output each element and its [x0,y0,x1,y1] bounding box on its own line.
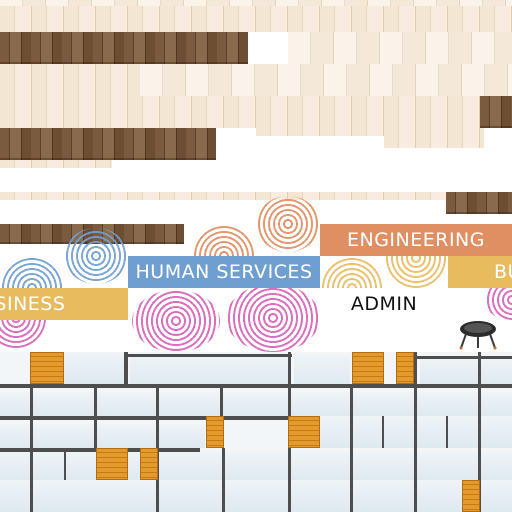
glass-frame-mullion [222,448,225,512]
wood-plank-dark [0,128,216,160]
wood-plank [384,128,484,148]
grill-icon [459,321,497,350]
orange-shelf [396,352,414,384]
swirl-decoration [256,196,320,252]
sign-business-partial: USINESS [0,288,128,320]
wood-plank-dark [0,32,248,64]
swirl-decoration [132,290,220,352]
orange-shelf [206,416,224,448]
glass-frame-mullion [30,388,33,512]
wood-plank-dark [446,192,512,214]
glass-frame-mullion [124,352,128,384]
wood-plank [0,192,446,200]
glass-frame-rail [0,416,320,420]
sign-engineering: ENGINEERING [320,224,512,256]
swirl-decoration [226,284,320,352]
wood-plank-band [0,0,512,244]
orange-shelf [462,480,480,512]
orange-shelf [96,448,128,480]
wood-plank [256,128,384,136]
glass-pane [0,480,512,512]
glass-frame-rail [416,356,512,359]
glass-pane [0,392,512,416]
glass-frame-rail [0,384,512,388]
glass-office-band [0,352,512,512]
orange-shelf [352,352,384,384]
sign-admin: ADMIN [320,288,448,320]
glass-pane [0,452,512,480]
orange-shelf [140,448,158,480]
glass-frame-mullion [64,448,66,480]
wood-plank [0,96,480,128]
glass-frame-mullion [382,416,384,448]
wood-plank [140,64,512,96]
sign-business-partial: BU [448,256,512,288]
wood-plank [0,6,512,32]
glass-frame-mullion [220,388,223,416]
glass-frame-rail [126,354,292,357]
texture-atlas: ENGINEERING HUMAN SERVICES BU USINESS AD… [0,0,512,512]
glass-pane [294,356,350,384]
wood-plank [0,160,112,168]
glass-frame-mullion [414,352,417,512]
glass-pane [130,356,290,384]
orange-shelf [288,416,320,448]
glass-frame-mullion [350,388,353,512]
wood-plank [0,64,140,96]
glass-frame-mullion [446,416,448,448]
wood-plank [288,32,512,64]
glass-frame-mullion [94,388,97,448]
glass-pane [64,352,124,384]
department-sign-band: ENGINEERING HUMAN SERVICES BU USINESS AD… [0,196,512,352]
swirl-decoration [64,228,128,284]
glass-pane [420,358,512,384]
sign-human-services: HUMAN SERVICES [128,256,320,288]
orange-shelf [30,352,64,384]
wood-plank-dark [480,96,512,128]
